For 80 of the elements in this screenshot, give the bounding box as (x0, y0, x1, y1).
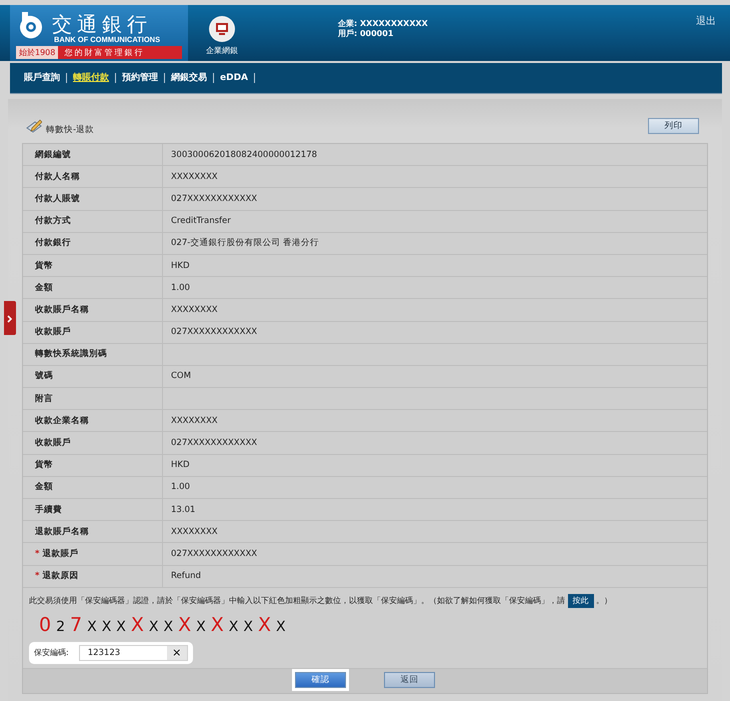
since-label: 始於1908 (16, 46, 58, 59)
user-info: 用戶: 000001 (338, 29, 394, 39)
nav-tab[interactable]: 轉賬付款 (67, 73, 116, 83)
field-label: 退款賬戶 (42, 548, 78, 560)
field-value: HKD (171, 260, 190, 271)
field-value: 027XXXXXXXXXXXX (171, 438, 258, 448)
logout-link[interactable]: 退出 (696, 14, 716, 28)
click-here-link[interactable]: 按此 (568, 594, 594, 608)
field-label: 收款賬戶名稱 (35, 304, 89, 316)
clear-button[interactable]: × (166, 646, 187, 660)
field-label: 附言 (35, 392, 53, 405)
required-asterisk: * (35, 571, 40, 582)
print-button[interactable]: 列印 (648, 118, 699, 134)
field-value: 300300062018082400000012178 (171, 150, 318, 160)
code-digit: X (148, 618, 159, 635)
code-digit: X (87, 618, 97, 635)
field-label: 付款人名稱 (35, 170, 80, 183)
back-button[interactable]: 返回 (384, 672, 435, 688)
code-digit: X (243, 618, 253, 635)
field-label: 貨幣 (35, 459, 53, 472)
field-label: 手續費 (35, 504, 62, 516)
side-panel-toggle[interactable] (4, 301, 16, 335)
field-value: 13.01 (171, 504, 196, 515)
field-value: HKD (171, 460, 190, 470)
nav-tab[interactable]: eDDA (214, 73, 256, 83)
confirm-button[interactable]: 確認 (295, 672, 346, 688)
computer-icon[interactable] (209, 16, 235, 42)
portal-label: 企業網銀 (206, 45, 238, 56)
field-value: 027XXXXXXXXXXXX (171, 194, 258, 204)
field-value: CreditTransfer (171, 216, 231, 226)
field-value: 1.00 (171, 482, 190, 492)
required-asterisk: * (35, 548, 40, 559)
code-digit: X (116, 618, 126, 635)
field-value: 027-交通銀行股份有限公司 香港分行 (171, 238, 319, 248)
field-label: 付款銀行 (35, 237, 71, 250)
code-digit: X (164, 618, 174, 635)
code-digit: X (178, 614, 192, 636)
code-digit: X (196, 618, 206, 635)
code-digit: X (276, 618, 286, 635)
field-label: 號碼 (35, 370, 53, 382)
field-label: 付款人賬號 (35, 192, 80, 205)
field-value: COM (171, 371, 191, 382)
field-label: 收款賬戶 (35, 326, 71, 338)
pencil-icon (26, 119, 42, 133)
field-value: 027XXXXXXXXXXXX (171, 327, 258, 338)
field-value: XXXXXXXX (171, 416, 218, 426)
code-digit: X (102, 618, 112, 635)
field-value: XXXXXXXX (171, 172, 218, 182)
field-value: 027XXXXXXXXXXXX (171, 548, 258, 559)
code-digit: 0 (39, 614, 52, 636)
field-label: 網銀編號 (35, 148, 71, 161)
field-label: 轉數快系統識別碼 (35, 348, 107, 360)
chevron-right-icon (7, 314, 13, 322)
code-digit: X (258, 614, 271, 636)
code-digit: X (210, 614, 224, 636)
field-value: 1.00 (171, 282, 190, 293)
field-label: 退款原因 (42, 570, 78, 582)
nav-tab[interactable]: 賬戶查詢 (24, 73, 67, 83)
field-label: 金額 (35, 481, 53, 494)
code-digit: 2 (56, 618, 66, 635)
bank-name: 交通銀行 (52, 13, 152, 35)
code-digit: X (228, 618, 238, 635)
field-value: Refund (171, 571, 201, 582)
field-label: 金額 (35, 282, 53, 294)
code-digit: X (130, 614, 144, 636)
field-label: 收款賬戶 (35, 437, 71, 450)
slogan: 您的財富管理銀行 (63, 47, 144, 58)
field-value: XXXXXXXX (171, 526, 218, 537)
nav-tab[interactable]: 預約管理 (116, 73, 165, 83)
field-label: 收款企業名稱 (35, 414, 89, 427)
code-digit: 7 (70, 614, 82, 636)
page-title: 轉數快-退款 (46, 124, 94, 136)
field-label: 貨幣 (35, 260, 53, 272)
nav-tab[interactable]: 網銀交易 (165, 73, 214, 83)
field-label: 退款賬戶名稱 (35, 526, 89, 538)
field-value: XXXXXXXX (171, 304, 218, 315)
field-label: 付款方式 (35, 215, 71, 228)
security-code-field[interactable]: 保安編碼: 123123 × (29, 642, 193, 664)
security-instruction: 此交易須使用「保安編碼器」認證，請於「保安編碼器」中輸入以下紅色加粗顯示之數位，以獲取「保安編碼」。（如欲了解如何獲取「保安編碼」，請 按此 。） (29, 594, 701, 608)
company-info: 企業: XXXXXXXXXXX (338, 19, 428, 29)
